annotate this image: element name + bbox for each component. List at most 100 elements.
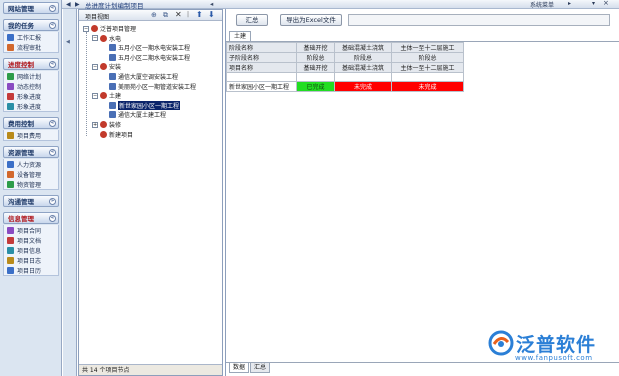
back-arrow-icon[interactable]: ◀	[66, 1, 71, 8]
nav-group-header[interactable]: 网站管理 «	[3, 2, 59, 14]
status-field	[348, 14, 610, 26]
stage-table: 阶段名称 基础开挖 基础混凝土浇筑 主体一至十二层施工 子阶段名称 阶段总 阶段总 阶段总 项目…	[226, 42, 464, 92]
nav-group-items: 项目合同 项目文档 项目信息 项目日志项目日历	[3, 225, 59, 276]
tree-node[interactable]: 五月小区一期水电安装工程	[101, 43, 190, 52]
tab-tujian[interactable]: 土建	[229, 31, 251, 41]
tree-node[interactable]: − 水电	[92, 34, 121, 43]
tree-node[interactable]: 新世家园小区一期工程	[101, 100, 181, 110]
nav-item[interactable]: 人力资源	[4, 159, 58, 169]
collapse-icon[interactable]: «	[49, 4, 56, 12]
nav-item[interactable]: 设备管理	[4, 169, 58, 179]
menu-arrow-icon[interactable]: ▸	[568, 0, 571, 7]
collapse-icon[interactable]: «	[49, 119, 56, 127]
tree-node[interactable]: − 土建	[92, 91, 121, 100]
collapse-icon[interactable]: «	[49, 214, 56, 222]
nav-item[interactable]: 网络计划	[4, 71, 58, 81]
project-icon	[109, 44, 116, 52]
nav-group-header[interactable]: 信息管理 «	[3, 212, 59, 224]
tab-data[interactable]: 数据	[229, 363, 249, 373]
copy-icon[interactable]: ⧉	[163, 11, 168, 20]
tree-node[interactable]: − 泛普项目管理	[83, 24, 136, 33]
pin-icon[interactable]: ◂	[210, 0, 213, 8]
status-cell[interactable]: 未完成	[391, 81, 464, 92]
nav-splitter[interactable]: ◀	[63, 9, 77, 376]
move-up-icon[interactable]: ⬆	[196, 10, 203, 19]
collapse-icon[interactable]: −	[92, 92, 98, 99]
project-name-cell[interactable]: 新世家园小区一期工程	[226, 81, 297, 92]
header-cell: 阶段名称	[226, 42, 297, 53]
tree-node-label: 新世家园小区一期工程	[118, 100, 181, 110]
project-tree-panel: 项目视图 ⊕ ⧉ ✕ | ⬆ ⬇ − 泛普项目管理 − 水电 五月小区一期水电安装工程五…	[78, 9, 223, 376]
summary-button[interactable]: 汇总	[236, 14, 268, 26]
tree-node[interactable]: 通信大厦土建工程	[101, 110, 166, 119]
approval-icon	[7, 43, 14, 51]
brand-watermark: 泛普软件 www.fanpusoft.com	[488, 330, 614, 370]
nav-item[interactable]: 物资管理	[4, 179, 58, 189]
project-icon	[109, 53, 116, 61]
nav-group-header[interactable]: 资源管理 «	[3, 146, 59, 158]
nav-item[interactable]: 动态控制	[4, 81, 58, 91]
nav-group-header[interactable]: 进度控制 «	[3, 58, 59, 70]
nav-item[interactable]: 项目文档	[4, 235, 58, 245]
expand-icon[interactable]: +	[92, 121, 98, 128]
nav-item-label: 形象进度	[17, 103, 42, 111]
nav-item[interactable]: 工作汇报	[4, 32, 58, 42]
tree-node-label: 五月小区二期水电安装工程	[118, 54, 191, 62]
nav-group-header[interactable]: 沟通管理 »	[3, 195, 59, 207]
collapse-icon[interactable]: ◀	[66, 39, 70, 45]
nav-item[interactable]: 项目费用	[4, 130, 58, 140]
move-down-icon[interactable]: ⬇	[208, 10, 215, 19]
tree-node-label: 装修	[109, 122, 122, 129]
nav-item[interactable]: 项目信息	[4, 245, 58, 255]
nav-item[interactable]: 项目日历	[4, 265, 58, 275]
system-menu-label[interactable]: 系统菜单	[530, 0, 554, 9]
equipment-icon	[7, 170, 14, 178]
nav-item[interactable]: 项目日志	[4, 255, 58, 265]
tree-node[interactable]: 五月小区二期水电安装工程	[101, 53, 190, 62]
tree-node[interactable]: 新建项目	[92, 130, 133, 139]
materials-icon	[7, 180, 14, 188]
brand-name: 泛普软件	[516, 334, 597, 356]
delete-icon[interactable]: ✕	[175, 10, 182, 19]
tree-node[interactable]: 通信大厦空调安装工程	[101, 72, 178, 81]
nav-item[interactable]: 项目合同	[4, 225, 58, 235]
nav-item[interactable]: 形象进度	[4, 101, 58, 111]
expand-icon[interactable]: »	[49, 197, 56, 205]
tree-node-label: 土建	[109, 93, 122, 101]
document-icon	[7, 236, 14, 244]
collapse-icon[interactable]: «	[49, 21, 56, 29]
header-cell: 主体一至十二层施工	[391, 42, 464, 53]
table-row[interactable]: 新世家园小区一期工程 已完成 未完成 未完成	[226, 81, 464, 92]
collapse-icon[interactable]: −	[83, 25, 89, 32]
nav-item-label: 动态控制	[17, 83, 42, 91]
nav-group-header[interactable]: 我的任务 «	[3, 19, 59, 31]
nav-group-label: 资源管理	[8, 149, 34, 157]
nav-item-label: 项目费用	[17, 132, 42, 140]
add-node-icon[interactable]: ⊕	[151, 11, 157, 19]
nav-item[interactable]: 流程审批	[4, 42, 58, 52]
header-cell: 阶段总	[334, 52, 392, 63]
nav-group-header[interactable]: 费用控制 «	[3, 117, 59, 129]
empty-cell	[296, 72, 335, 82]
collapse-icon[interactable]: −	[92, 63, 98, 70]
tree-node[interactable]: 美丽苑小区一期管道安装工程	[101, 82, 196, 91]
collapse-icon[interactable]: −	[92, 35, 98, 42]
nav-group-items: 网络计划 动态控制 形象进度 形象进度	[3, 71, 59, 112]
tab-summary[interactable]: 汇总	[250, 363, 270, 373]
close-icon[interactable]: ×	[603, 0, 609, 7]
collapse-icon[interactable]: «	[49, 148, 56, 156]
nav-group-items: 项目费用	[3, 130, 59, 141]
nav-item-label: 项目日历	[17, 267, 42, 275]
forward-arrow-icon[interactable]: ▶	[75, 1, 80, 8]
info-icon	[7, 246, 14, 254]
export-excel-button[interactable]: 导出为Excel文件	[280, 14, 342, 26]
dropdown-icon[interactable]: ▾	[592, 0, 595, 7]
tree-connector-line	[86, 32, 87, 136]
nav-item-label: 流程审批	[17, 44, 42, 52]
tree-node[interactable]: − 安装	[92, 62, 121, 71]
status-cell[interactable]: 已完成	[296, 81, 335, 92]
collapse-icon[interactable]: «	[49, 60, 56, 68]
tree-node[interactable]: + 装修	[92, 120, 121, 129]
status-cell[interactable]: 未完成	[334, 81, 392, 92]
nav-item[interactable]: 形象进度	[4, 91, 58, 101]
